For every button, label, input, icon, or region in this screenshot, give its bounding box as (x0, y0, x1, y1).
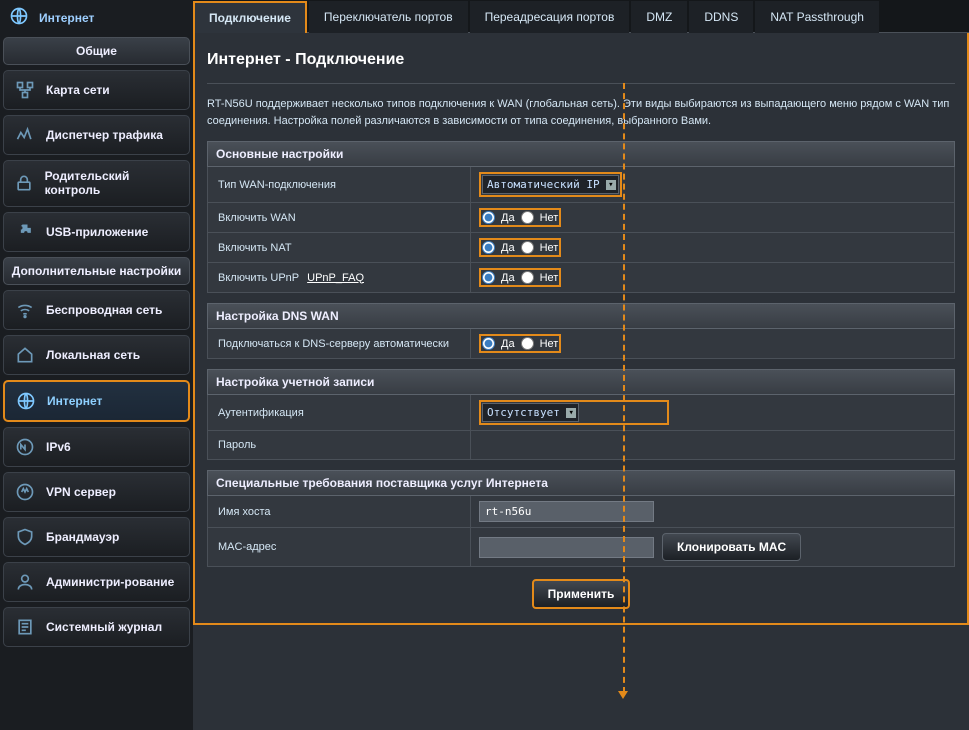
sidebar-section-advanced: Дополнительные настройки (3, 257, 190, 285)
sidebar-item-usb[interactable]: USB-приложение (3, 212, 190, 252)
sidebar-item-label: USB-приложение (46, 225, 148, 239)
user-icon (14, 571, 36, 593)
sidebar-item-label: IPv6 (46, 440, 71, 454)
sidebar-item-parental[interactable]: Родительский контроль (3, 160, 190, 207)
tab-nat[interactable]: NAT Passthrough (755, 1, 879, 33)
tab-connection[interactable]: Подключение (193, 1, 307, 33)
sidebar-item-wireless[interactable]: Беспроводная сеть (3, 290, 190, 330)
sidebar-section-general: Общие (3, 37, 190, 65)
wifi-icon (14, 299, 36, 321)
tabs: Подключение Переключатель портов Переадр… (193, 0, 969, 33)
guide-arrow-icon (623, 83, 625, 693)
vpn-icon (14, 481, 36, 503)
password-label: Пароль (208, 431, 471, 459)
mac-label: MAC-адрес (208, 528, 471, 566)
globe-icon (9, 6, 29, 29)
section-isp: Специальные требования поставщика услуг … (207, 470, 955, 496)
tab-ddns[interactable]: DDNS (689, 1, 753, 33)
apply-button[interactable]: Применить (532, 579, 631, 609)
enable-upnp-radio[interactable]: Да Нет (479, 268, 561, 287)
content-area: Интернет - Подключение RT-N56U поддержив… (193, 33, 969, 625)
network-map-icon (14, 79, 36, 101)
enable-nat-yes[interactable] (482, 241, 495, 254)
sidebar-item-lan[interactable]: Локальная сеть (3, 335, 190, 375)
home-icon (14, 344, 36, 366)
arrow-head-icon (618, 691, 628, 699)
sidebar-item-admin[interactable]: Администри-рование (3, 562, 190, 602)
tab-port-forward[interactable]: Переадресация портов (470, 1, 630, 33)
sidebar-current: Интернет (3, 3, 190, 32)
wan-type-label: Тип WAN-подключения (208, 167, 471, 202)
upnp-faq-link[interactable]: UPnP_FAQ (307, 272, 364, 284)
enable-upnp-label: Включить UPnP UPnP_FAQ (208, 263, 471, 292)
sidebar-current-label: Интернет (39, 11, 94, 25)
section-basic: Основные настройки (207, 141, 955, 167)
tab-port-trigger[interactable]: Переключатель портов (309, 1, 468, 33)
sidebar-item-label: Родительский контроль (45, 169, 179, 198)
sidebar-item-label: VPN сервер (46, 485, 116, 499)
mac-input[interactable] (479, 537, 654, 558)
sidebar-item-network-map[interactable]: Карта сети (3, 70, 190, 110)
sidebar-item-traffic[interactable]: Диспетчер трафика (3, 115, 190, 155)
auth-select[interactable]: Отсутствует (482, 403, 579, 422)
enable-nat-radio[interactable]: Да Нет (479, 238, 561, 257)
sidebar-item-internet[interactable]: Интернет (3, 380, 190, 422)
sidebar: Интернет Общие Карта сети Диспетчер траф… (0, 0, 193, 730)
sidebar-item-label: Карта сети (46, 83, 110, 97)
lock-icon (14, 172, 35, 194)
sidebar-item-ipv6[interactable]: IPv6 (3, 427, 190, 467)
sidebar-item-label: Администри-рование (46, 575, 174, 589)
dns-auto-yes[interactable] (482, 337, 495, 350)
sidebar-item-label: Локальная сеть (46, 348, 140, 362)
tab-dmz[interactable]: DMZ (631, 1, 687, 33)
enable-wan-radio[interactable]: Да Нет (479, 208, 561, 227)
enable-wan-no[interactable] (521, 211, 534, 224)
enable-nat-no[interactable] (521, 241, 534, 254)
wan-type-select[interactable]: Автоматический IP (482, 175, 619, 194)
dns-auto-label: Подключаться к DNS-серверу автоматически (208, 329, 471, 358)
log-icon (14, 616, 36, 638)
section-dns: Настройка DNS WAN (207, 303, 955, 329)
dns-auto-no[interactable] (521, 337, 534, 350)
page-description: RT-N56U поддерживает несколько типов под… (207, 84, 955, 141)
sidebar-item-syslog[interactable]: Системный журнал (3, 607, 190, 647)
sidebar-item-label: Интернет (47, 394, 102, 408)
enable-wan-label: Включить WAN (208, 203, 471, 232)
globe-icon (15, 390, 37, 412)
clone-mac-button[interactable]: Клонировать MAC (662, 533, 801, 561)
host-label: Имя хоста (208, 496, 471, 527)
sidebar-item-label: Системный журнал (46, 620, 162, 634)
enable-upnp-no[interactable] (521, 271, 534, 284)
section-account: Настройка учетной записи (207, 369, 955, 395)
sidebar-item-vpn[interactable]: VPN сервер (3, 472, 190, 512)
main-panel: Подключение Переключатель портов Переадр… (193, 0, 969, 730)
puzzle-icon (14, 221, 36, 243)
traffic-icon (14, 124, 36, 146)
enable-nat-label: Включить NAT (208, 233, 471, 262)
sidebar-item-label: Брандмауэр (46, 530, 119, 544)
host-input[interactable] (479, 501, 654, 522)
ipv6-icon (14, 436, 36, 458)
shield-icon (14, 526, 36, 548)
enable-wan-yes[interactable] (482, 211, 495, 224)
sidebar-item-label: Диспетчер трафика (46, 128, 163, 142)
dns-auto-radio[interactable]: Да Нет (479, 334, 561, 353)
page-title: Интернет - Подключение (207, 43, 955, 84)
auth-label: Аутентификация (208, 395, 471, 430)
enable-upnp-yes[interactable] (482, 271, 495, 284)
sidebar-item-firewall[interactable]: Брандмауэр (3, 517, 190, 557)
sidebar-item-label: Беспроводная сеть (46, 303, 162, 317)
